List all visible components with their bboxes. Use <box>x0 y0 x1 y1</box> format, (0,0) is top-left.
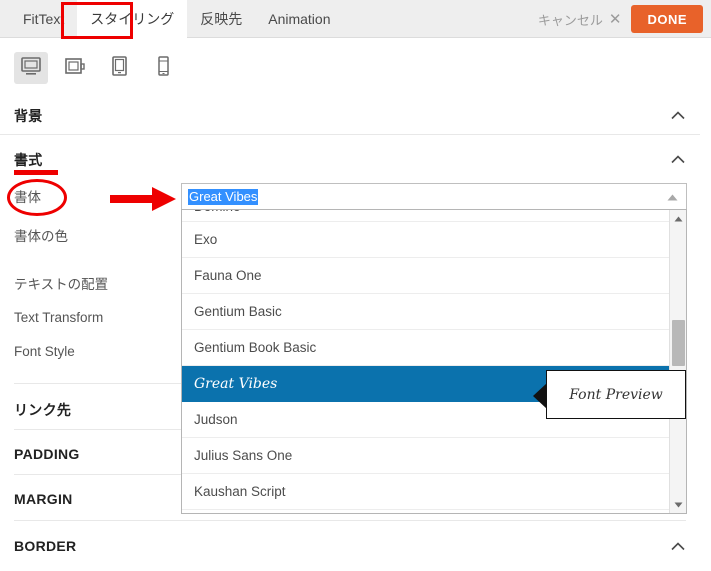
scrollbar-thumb[interactable] <box>672 320 685 366</box>
section-border[interactable]: BORDER <box>0 527 700 565</box>
scroll-down-arrow-icon[interactable] <box>670 496 686 513</box>
close-x-icon[interactable]: ✕ <box>609 10 622 28</box>
dropdown-scrollbar[interactable] <box>669 210 686 513</box>
device-laptop-button[interactable] <box>58 52 92 84</box>
list-item[interactable]: Gentium Basic <box>182 294 670 330</box>
tab-fittext-label: FitText <box>23 11 65 27</box>
scroll-up-arrow-icon[interactable] <box>670 210 686 227</box>
font-option-label: Great Vibes <box>194 375 278 392</box>
row-font-style-label: Font Style <box>14 344 75 359</box>
section-background[interactable]: 背景 <box>0 97 700 135</box>
tooltip-arrow-icon <box>533 383 547 409</box>
section-format[interactable]: 書式 <box>0 143 700 176</box>
divider-border <box>14 520 686 521</box>
row-text-transform-label: Text Transform <box>14 310 104 325</box>
device-mobile-button[interactable] <box>146 52 180 84</box>
caret-up-icon[interactable] <box>667 188 678 206</box>
done-button[interactable]: DONE <box>631 5 703 33</box>
font-option-label: Exo <box>194 232 218 247</box>
device-preview-toolbar <box>14 52 180 84</box>
list-item[interactable]: Gentium Book Basic <box>182 330 670 366</box>
font-option-label: Fauna One <box>194 268 262 283</box>
section-margin-title: MARGIN <box>14 491 73 507</box>
row-font-family-label: 書体 <box>14 190 41 205</box>
list-item[interactable]: Domine <box>182 210 670 222</box>
font-option-label: Julius Sans One <box>194 448 293 463</box>
chevron-up-icon[interactable] <box>670 152 686 168</box>
tab-animation[interactable]: Animation <box>255 0 343 38</box>
tab-apply-target[interactable]: 反映先 <box>187 0 255 38</box>
desktop-icon <box>20 56 42 81</box>
font-option-label: Gentium Basic <box>194 304 282 319</box>
font-preview-tooltip: Font Preview <box>533 370 686 419</box>
annotation-underline-format <box>14 170 58 175</box>
tab-bar: FitText スタイリング 反映先 Animation <box>10 0 344 38</box>
device-desktop-button[interactable] <box>14 52 48 84</box>
tab-apply-target-label: 反映先 <box>200 11 243 27</box>
list-item[interactable]: Fauna One <box>182 258 670 294</box>
tab-animation-label: Animation <box>268 11 331 27</box>
font-family-select[interactable]: Great Vibes <box>181 183 687 210</box>
mobile-icon <box>155 55 171 82</box>
section-link-title: リンク先 <box>14 402 72 418</box>
tab-styling-label: スタイリング <box>90 11 175 27</box>
font-preview-text: Font Preview <box>569 386 663 403</box>
font-option-label: Kaushan Script <box>194 484 286 499</box>
cancel-button[interactable]: キャンセル <box>538 10 603 29</box>
font-family-dropdown[interactable]: Domine Exo Fauna One Gentium Basic Genti… <box>181 209 687 514</box>
fittext-styling-panel: FitText スタイリング 反映先 Animation キャンセル ✕ DON… <box>0 0 711 571</box>
tablet-icon <box>109 55 129 82</box>
laptop-icon <box>64 56 86 81</box>
section-border-title: BORDER <box>14 538 77 554</box>
top-toolbar: FitText スタイリング 反映先 Animation キャンセル ✕ DON… <box>0 0 711 38</box>
font-option-list: Domine Exo Fauna One Gentium Basic Genti… <box>182 210 670 510</box>
font-family-selected-value: Great Vibes <box>188 188 259 205</box>
chevron-up-icon[interactable] <box>670 108 686 124</box>
section-background-title: 背景 <box>14 107 43 124</box>
top-actions: キャンセル ✕ DONE <box>538 0 711 38</box>
device-tablet-button[interactable] <box>102 52 136 84</box>
font-option-label: Judson <box>194 412 238 427</box>
section-padding-title: PADDING <box>14 446 80 462</box>
annotation-arrow-right-icon <box>110 186 176 217</box>
list-item[interactable]: Exo <box>182 222 670 258</box>
row-font-color-label: 書体の色 <box>14 229 68 244</box>
section-format-title: 書式 <box>14 151 43 168</box>
list-item[interactable]: Julius Sans One <box>182 438 670 474</box>
tab-styling[interactable]: スタイリング <box>77 0 188 38</box>
list-item[interactable]: Kaushan Script <box>182 474 670 510</box>
tab-fittext[interactable]: FitText <box>10 0 77 38</box>
chevron-up-icon[interactable] <box>670 538 686 554</box>
row-text-align-label: テキストの配置 <box>14 277 109 292</box>
font-option-label: Gentium Book Basic <box>194 340 317 355</box>
font-option-label: Domine <box>194 210 241 214</box>
